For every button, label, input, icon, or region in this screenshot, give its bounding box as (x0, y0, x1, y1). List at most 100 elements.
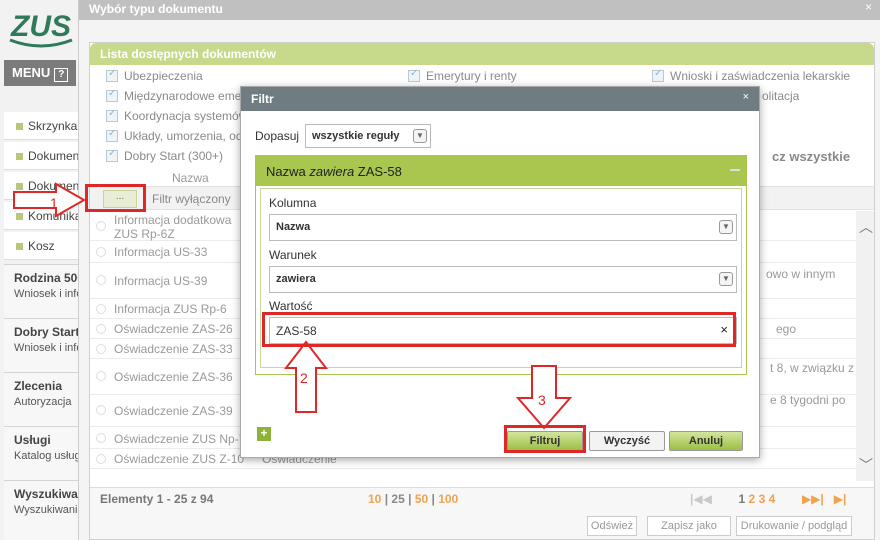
select-all-link[interactable]: cz wszystkie (772, 149, 850, 164)
radio-button[interactable] (96, 344, 106, 354)
checkbox-uklady[interactable]: Układy, umorzenia, od (106, 128, 243, 143)
group-sub: Wyszukiwanie (14, 504, 80, 516)
match-select[interactable]: wszystkie reguły ▼ (305, 124, 431, 148)
radio-button[interactable] (96, 371, 106, 381)
page-3[interactable]: 3 (759, 492, 766, 506)
help-icon[interactable]: ? (54, 68, 69, 82)
sidebar-item-skrzynka[interactable]: Skrzynka (4, 112, 80, 140)
row-name: Oświadczenie ZAS-33 (114, 342, 233, 356)
radio-button[interactable] (96, 324, 106, 334)
rule-column: Nazwa (266, 164, 306, 179)
checkbox-icon[interactable] (106, 148, 118, 162)
first-page-icon[interactable]: |◀◀ (690, 492, 712, 506)
radio-button[interactable] (96, 304, 106, 314)
checkbox-icon[interactable] (106, 68, 118, 82)
sidebar-item-dokumenty[interactable]: Dokumenty (4, 142, 80, 170)
highlight-value-input (262, 312, 736, 347)
svg-text:ZUS: ZUS (10, 10, 71, 43)
save-as-button[interactable]: Zapisz jako (647, 516, 731, 536)
group-sub: Autoryzacja (14, 396, 72, 408)
checkbox-koordynacja[interactable]: Koordynacja systemów (106, 108, 247, 123)
highlight-filter-button (85, 184, 146, 212)
chevron-up-icon[interactable]: ︿ (859, 217, 873, 237)
row-description: t 8, w związku z (770, 361, 855, 375)
sidebar-group-zlecenia[interactable]: Zlecenia Autoryzacja (4, 372, 80, 426)
checkbox-icon[interactable] (106, 88, 118, 102)
menu-button[interactable]: MENU? (4, 60, 76, 86)
radio-button[interactable] (96, 221, 106, 231)
rule-summary: Nazwa zawiera ZAS-58 (256, 156, 746, 186)
group-sub: Wniosek i informacje (14, 342, 80, 354)
per-page-50[interactable]: 50 (415, 492, 428, 506)
page-2[interactable]: 2 (749, 492, 756, 506)
group-title: Wyszukiwanie (14, 487, 80, 501)
radio-button[interactable] (96, 275, 106, 285)
add-rule-button[interactable]: + (257, 427, 271, 441)
group-title: Zlecenia (14, 379, 63, 393)
radio-button[interactable] (96, 454, 106, 464)
value-label: Wartość (269, 299, 313, 313)
row-name: Informacja ZUS Rp-6 (114, 302, 227, 316)
zus-logo: ZUS (8, 6, 74, 50)
chevron-down-icon[interactable]: ﹀ (859, 455, 873, 475)
rule-value: ZAS-58 (357, 164, 402, 179)
chevron-down-icon[interactable]: ▼ (719, 272, 733, 286)
cancel-button[interactable]: Anuluj (669, 431, 743, 451)
checkbox-emerytury[interactable]: Emerytury i renty (408, 68, 517, 83)
step-2-number: 2 (300, 370, 308, 386)
column-select[interactable]: Nazwa ▼ (269, 214, 737, 241)
page-1[interactable]: 1 (739, 492, 746, 506)
refresh-button[interactable]: Odśwież (587, 516, 637, 536)
row-name: Informacja US-39 (114, 274, 208, 288)
close-icon[interactable]: × (743, 91, 749, 103)
clear-button[interactable]: Wyczyść (589, 431, 665, 451)
checkbox-label: Dobry Start (300+) (124, 149, 224, 163)
checkbox-label: Układy, umorzenia, od (124, 129, 243, 143)
per-page-10[interactable]: 10 (368, 492, 381, 506)
panel-title: Lista dostępnych dokumentów (90, 43, 874, 65)
checkbox-icon[interactable] (106, 128, 118, 142)
checkbox-icon[interactable] (408, 68, 420, 82)
row-name: Oświadczenie ZAS-26 (114, 322, 233, 336)
checkbox-label: olitacja (762, 89, 800, 103)
print-preview-button[interactable]: Drukowanie / podgląd (736, 516, 852, 536)
page-4[interactable]: 4 (769, 492, 776, 506)
end-page-icon[interactable]: ▶| (834, 492, 847, 506)
sidebar-item-kosz[interactable]: Kosz (4, 232, 80, 260)
sidebar-group-wyszukiwanie[interactable]: Wyszukiwanie Wyszukiwanie (4, 480, 80, 540)
chevron-down-icon[interactable]: ▼ (413, 129, 427, 143)
column-header-name[interactable]: Nazwa (172, 171, 209, 185)
sidebar-group-uslugi[interactable]: Usługi Katalog usług (4, 426, 80, 480)
sidebar-group-rodzina[interactable]: Rodzina 500+ Wniosek i informacje (4, 264, 80, 318)
row-description: owo w innym (766, 267, 836, 281)
per-page-100[interactable]: 100 (438, 492, 458, 506)
per-page-25[interactable]: 25 (391, 492, 404, 506)
checkbox-wnioski[interactable]: Wnioski i zaświadczenia lekarskie (652, 68, 851, 83)
condition-select[interactable]: zawiera ▼ (269, 266, 737, 293)
row-name: Informacja US-33 (114, 245, 208, 259)
checkbox-icon[interactable] (106, 108, 118, 122)
modal-title: Filtr (241, 87, 759, 111)
radio-button[interactable] (96, 405, 106, 415)
checkbox-icon[interactable] (652, 68, 664, 82)
sidebar-group-dobry-start[interactable]: Dobry Start Wniosek i informacje (4, 318, 80, 372)
step-3-number: 3 (538, 392, 546, 408)
square-icon (16, 153, 23, 160)
group-sub: Wniosek i informacje (14, 288, 80, 300)
checkbox-ubezpieczenia[interactable]: Ubezpieczenia (106, 68, 203, 83)
radio-button[interactable] (96, 247, 106, 257)
last-page-icon[interactable]: ▶▶| (802, 492, 824, 506)
remove-rule-icon[interactable] (730, 169, 740, 171)
checkbox-label: Wnioski i zaświadczenia lekarskie (670, 69, 851, 83)
chevron-down-icon[interactable]: ▼ (719, 220, 733, 234)
condition-value: zawiera (276, 273, 316, 285)
app-sidebar: ZUS MENU? Skrzynka Dokumenty Dokumenty K… (0, 0, 90, 540)
filter-status: Filtr wyłączony (152, 192, 231, 206)
close-icon[interactable]: × (865, 0, 872, 14)
radio-button[interactable] (96, 433, 106, 443)
checkbox-rehabilitacja[interactable]: olitacja (762, 89, 799, 103)
row-name: Informacja dodatkowa ZUS Rp-6Z (114, 213, 232, 241)
condition-label: Warunek (269, 248, 317, 262)
table-scrollbar[interactable]: ︿ ﹀ (856, 211, 874, 481)
checkbox-dobry-start[interactable]: Dobry Start (300+) (106, 148, 224, 163)
